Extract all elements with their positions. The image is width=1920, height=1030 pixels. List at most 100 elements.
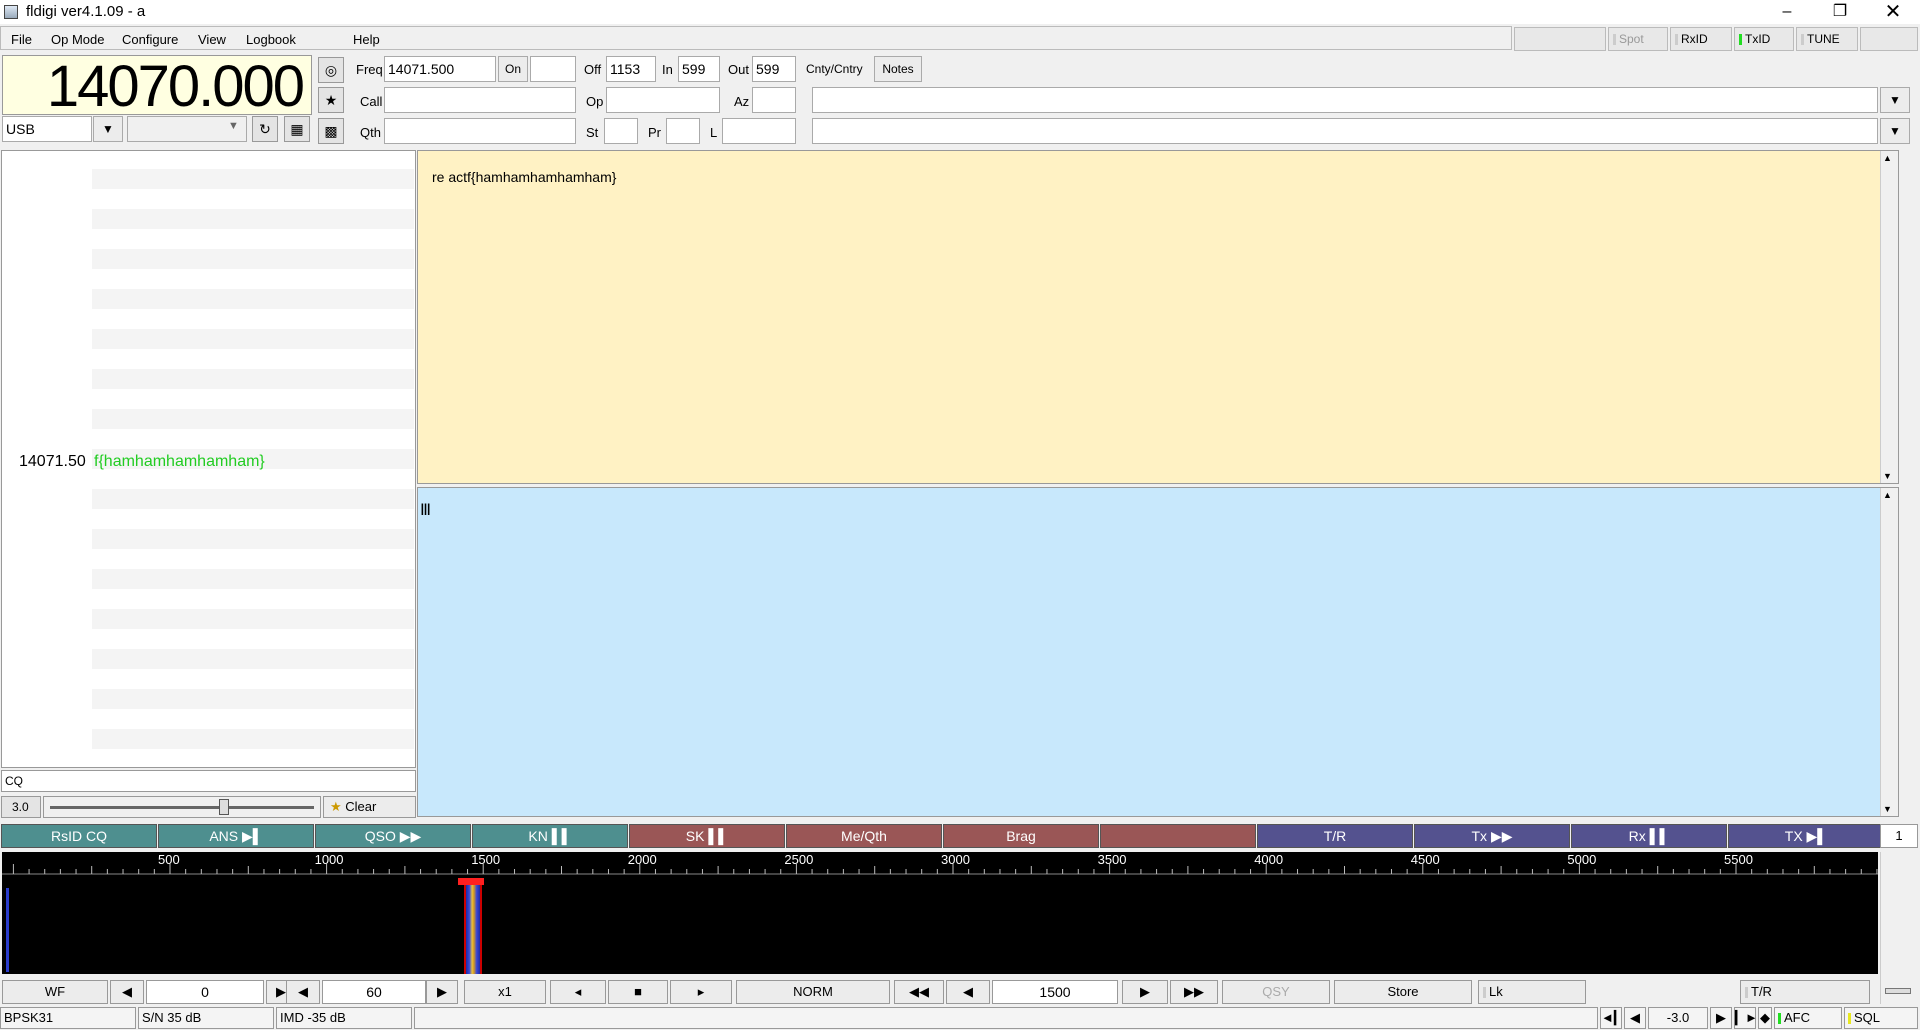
menu-help[interactable]: Help [353, 32, 380, 47]
rewind-icon[interactable]: ◀ [946, 980, 990, 1004]
menu-configure[interactable]: Configure [122, 32, 178, 47]
rst-in-field[interactable]: 599 [678, 56, 720, 82]
forward-icon[interactable]: ▶ [1122, 980, 1168, 1004]
frequency-display[interactable]: 14070.000 [2, 55, 312, 118]
transmit-text-pane[interactable]: Ⅲ ▲ ▼ [417, 487, 1899, 817]
ref-decrease-icon[interactable]: ◀ [110, 980, 144, 1004]
macro-button-4[interactable]: KN ▌▌ [472, 824, 628, 848]
tx-scrollbar[interactable]: ▲ ▼ [1880, 488, 1898, 816]
notes-field-1[interactable] [812, 87, 1878, 113]
offset-last-icon[interactable]: ▎► [1734, 1007, 1758, 1029]
restore-icon[interactable]: ❐ [1815, 0, 1865, 24]
freq-field[interactable]: 14071.500 [384, 56, 496, 82]
macro-button-12[interactable]: TX ▶▌ [1728, 824, 1884, 848]
macro-button-9[interactable]: T/R [1257, 824, 1413, 848]
menu-op-mode[interactable]: Op Mode [51, 32, 104, 47]
spot-toggle[interactable]: Spot [1608, 27, 1668, 51]
sql-toggle[interactable]: SQL [1844, 1007, 1918, 1029]
locator-field[interactable] [722, 118, 796, 144]
rst-out-field[interactable]: 599 [752, 56, 796, 82]
status-mode[interactable]: BPSK31 [0, 1007, 136, 1029]
mode-select[interactable]: USB [2, 116, 92, 142]
afc-toggle[interactable]: AFC [1774, 1007, 1842, 1029]
macro-page-indicator[interactable]: 1 [1880, 824, 1918, 848]
offset-first-icon[interactable]: ◄▎ [1600, 1007, 1624, 1029]
speed-left-icon[interactable]: ◂ [550, 980, 606, 1004]
menu-logbook[interactable]: Logbook [246, 32, 296, 47]
province-field[interactable] [666, 118, 700, 144]
tuning-marker-icon[interactable] [458, 878, 484, 885]
qsy-button[interactable]: QSY [1222, 980, 1330, 1004]
stop-icon[interactable]: ■ [608, 980, 668, 1004]
bandwidth-dropdown-icon[interactable]: ▼ [228, 120, 239, 132]
notes-2-dropdown-icon[interactable]: ▼ [1880, 118, 1910, 144]
on-time-field[interactable] [530, 56, 576, 82]
range-field[interactable]: 60 [322, 980, 426, 1004]
notes-1-dropdown-icon[interactable]: ▼ [1880, 87, 1910, 113]
waterfall-scale[interactable]: 500 1000 1500 2000 2500 3000 3500 4000 4500 5000 5… [2, 852, 1878, 878]
notes-button[interactable]: Notes [874, 56, 922, 82]
zoom-button[interactable]: x1 [464, 980, 546, 1004]
store-button[interactable]: Store [1334, 980, 1472, 1004]
on-button[interactable]: On [498, 56, 528, 82]
tx-scroll-down-icon[interactable]: ▼ [1883, 804, 1892, 814]
menu-view[interactable]: View [198, 32, 226, 47]
off-field[interactable]: 1153 [606, 56, 656, 82]
range-decrease-icon[interactable]: ◀ [286, 980, 320, 1004]
rx-cursor-icon[interactable] [464, 878, 482, 974]
macro-button-8[interactable] [1100, 824, 1256, 848]
signal-browser[interactable]: 14071.50 f{hamhamhamhamham} [1, 150, 416, 768]
azimuth-field[interactable] [752, 87, 796, 113]
qth-field[interactable] [384, 118, 576, 144]
blank-toolbar-button[interactable] [1860, 27, 1918, 51]
macro-button-1[interactable]: RsID CQ [1, 824, 157, 848]
rxid-toggle[interactable]: RxID [1670, 27, 1732, 51]
scroll-down-icon[interactable]: ▼ [1883, 471, 1892, 481]
call-field[interactable] [384, 87, 576, 113]
globe-icon[interactable]: ◎ [318, 57, 344, 83]
norm-button[interactable]: NORM [736, 980, 890, 1004]
offset-next-icon[interactable]: ▶ [1710, 1007, 1732, 1029]
menu-file[interactable]: File [11, 32, 32, 47]
minimize-icon[interactable]: – [1762, 0, 1812, 24]
broom-icon[interactable]: ★ [318, 87, 344, 113]
macro-button-7[interactable]: Brag [943, 824, 1099, 848]
macro-button-5[interactable]: SK ▌▌ [629, 824, 785, 848]
macro-button-11[interactable]: Rx ▌▌ [1571, 824, 1727, 848]
speed-right-icon[interactable]: ▸ [670, 980, 732, 1004]
browser-entry-text[interactable]: f{hamhamhamhamham} [94, 453, 265, 471]
lock-toggle[interactable]: Lk [1478, 980, 1586, 1004]
offset-value[interactable]: -3.0 [1648, 1007, 1708, 1029]
macro-button-10[interactable]: Tx ▶▶ [1414, 824, 1570, 848]
tr-toggle[interactable]: T/R [1740, 980, 1870, 1004]
scroll-up-icon[interactable]: ▲ [1883, 153, 1892, 163]
browser-entry-freq[interactable]: 14071.50 [19, 453, 86, 471]
fast-forward-icon[interactable]: ▶▶ [1170, 980, 1218, 1004]
squelch-slider-handle[interactable] [219, 799, 229, 815]
receive-text-pane[interactable]: re actf{hamhamhamhamham} ▲ ▼ [417, 150, 1899, 484]
macro-button-3[interactable]: QSO ▶▶ [315, 824, 471, 848]
blank-status-button[interactable] [1514, 27, 1606, 51]
clear-button[interactable]: ★ Clear [323, 796, 416, 818]
ref-level-field[interactable]: 0 [146, 980, 264, 1004]
browser-search-field[interactable]: CQ [1, 770, 416, 792]
notes-field-2[interactable] [812, 118, 1878, 144]
diamond-icon[interactable]: ◆ [1758, 1007, 1772, 1029]
fast-rewind-icon[interactable]: ◀◀ [894, 980, 944, 1004]
waterfall-display[interactable] [2, 878, 1878, 974]
mode-dropdown-icon[interactable]: ▼ [93, 116, 123, 142]
waterfall-right-scrollbar[interactable] [1880, 852, 1918, 1004]
list-icon[interactable]: ▦ [284, 116, 310, 142]
rx-scrollbar[interactable]: ▲ ▼ [1880, 151, 1898, 483]
close-icon[interactable]: ✕ [1868, 0, 1918, 24]
squelch-slider[interactable] [43, 796, 321, 818]
offset-prev-icon[interactable]: ◀ [1624, 1007, 1646, 1029]
macro-button-2[interactable]: ANS ▶▌ [158, 824, 314, 848]
save-icon[interactable]: ▩ [318, 118, 344, 144]
range-increase-icon[interactable]: ▶ [426, 980, 458, 1004]
wf-mode-button[interactable]: WF [2, 980, 108, 1004]
carrier-frequency-field[interactable]: 1500 [992, 980, 1118, 1004]
macro-button-6[interactable]: Me/Qth [786, 824, 942, 848]
tune-toggle[interactable]: TUNE [1796, 27, 1858, 51]
sync-icon[interactable]: ↻ [252, 116, 278, 142]
